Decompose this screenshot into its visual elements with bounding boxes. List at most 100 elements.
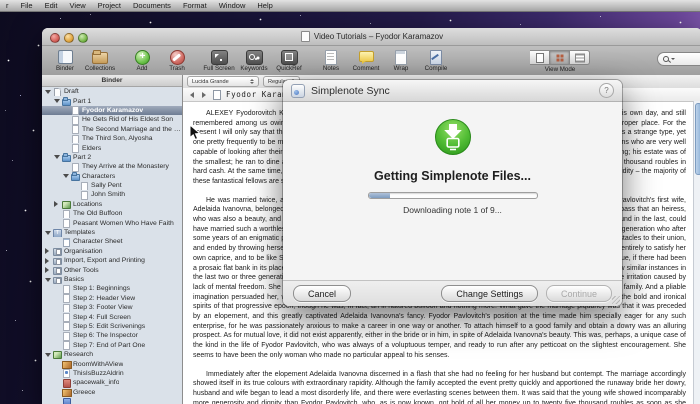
menu-item[interactable]: Help (251, 0, 278, 11)
menu-item[interactable]: File (15, 0, 39, 11)
toolbar-button[interactable]: Keywords (237, 48, 271, 72)
toolbar-button-label: Collections (84, 65, 116, 72)
binder-item[interactable]: Part 1 (42, 96, 182, 106)
binder-item[interactable]: Basics (42, 275, 182, 284)
view-mode-segment[interactable] (550, 50, 570, 65)
disclosure-triangle-icon[interactable] (54, 155, 62, 159)
toolbar-button-label: Wrap (393, 65, 409, 72)
disclosure-triangle-icon[interactable] (45, 258, 53, 264)
binder-item[interactable]: Characters (42, 172, 182, 181)
doc-icon (62, 303, 70, 313)
minimize-button[interactable] (64, 32, 74, 43)
menu-item[interactable]: Format (177, 0, 213, 11)
binder-item[interactable]: Sally Pent (42, 181, 182, 191)
doc-icon (62, 209, 70, 219)
binder-item[interactable]: He Gets Rid of His Eldest Son (42, 115, 182, 125)
disclosure-triangle-icon[interactable] (54, 201, 62, 207)
toolbar-button[interactable]: Binder (48, 48, 82, 72)
binder-item[interactable]: ThisIsBuzzAldrin (42, 369, 182, 379)
forward-button[interactable] (199, 90, 208, 99)
toolbar-button[interactable]: Notes (314, 48, 348, 72)
binder-item[interactable]: Elders (42, 143, 182, 153)
binder-item[interactable]: Step 4: Full Screen (42, 312, 182, 322)
binder-item[interactable]: Research (42, 350, 182, 360)
back-button[interactable] (187, 90, 196, 99)
disclosure-triangle-icon[interactable] (63, 174, 71, 178)
binder-item[interactable]: Character Sheet (42, 237, 182, 247)
toolbar-button[interactable]: Wrap (384, 48, 418, 72)
binder-item-label: Import, Export and Printing (64, 257, 145, 265)
binder-item-label: They Arrive at the Monastery (82, 163, 169, 171)
cancel-button[interactable]: Cancel (293, 285, 352, 302)
binder-item[interactable]: Peasant Women Who Have Faith (42, 218, 182, 228)
toolbar-button[interactable]: Compile (419, 48, 453, 72)
binder-item[interactable]: John Smith (42, 190, 182, 200)
binder-item[interactable]: Greece (42, 388, 182, 397)
binder-item[interactable]: Draft (42, 87, 182, 97)
scrollbar-thumb[interactable] (695, 103, 700, 175)
disclosure-triangle-icon[interactable] (54, 99, 62, 103)
binder-item[interactable]: Step 6: The Inspector (42, 331, 182, 341)
binder-item[interactable]: The Old Buffoon (42, 209, 182, 219)
binder-item[interactable]: Step 1: Beginnings (42, 284, 182, 294)
binder-item[interactable]: Step 7: End of Part One (42, 341, 182, 350)
folder-docs-icon (53, 247, 62, 256)
menu-item[interactable]: Window (213, 0, 252, 11)
disclosure-triangle-icon[interactable] (45, 278, 53, 282)
view-mode-segment[interactable] (530, 50, 550, 65)
folder-icon (62, 153, 71, 162)
binder-item-label: Other Tools (64, 266, 99, 274)
binder-item[interactable]: Fyodor Karamazov (42, 105, 182, 116)
progress-status: Downloading note 1 of 9... (403, 205, 502, 215)
search-input[interactable] (657, 52, 700, 66)
binder-item[interactable]: They Arrive at the Monastery (42, 162, 182, 172)
menu-item[interactable]: Edit (39, 0, 64, 11)
folder-icon (71, 172, 80, 181)
binder-item[interactable]: Organisation (42, 247, 182, 256)
disclosure-triangle-icon[interactable] (45, 90, 53, 94)
toolbar-button[interactable]: Trash (160, 48, 194, 72)
menu-item[interactable]: r (0, 0, 15, 11)
binder-item[interactable]: The Third Son, Alyosha (42, 134, 182, 144)
disclosure-triangle-icon[interactable] (45, 248, 53, 254)
folder-docs-icon (53, 276, 62, 284)
doc-icon (62, 294, 70, 303)
binder-item[interactable]: The Second Marriage and the S… (42, 125, 182, 134)
toolbar-button[interactable]: Comment (349, 48, 383, 72)
continue-button[interactable]: Continue (545, 285, 612, 302)
toolbar-button[interactable]: Collections (83, 48, 117, 72)
menu-item[interactable]: View (64, 0, 92, 11)
view-mode-segment[interactable] (570, 50, 590, 65)
toolbar-button[interactable]: Add (125, 48, 159, 72)
menu-item[interactable]: Documents (127, 0, 177, 11)
dialog-titlebar[interactable]: Simplenote Sync ? (283, 80, 622, 102)
binder-item[interactable] (42, 397, 182, 404)
binder-item[interactable]: Step 2: Header View (42, 294, 182, 303)
menu-item[interactable]: Project (92, 0, 127, 11)
search-icon (663, 56, 669, 62)
binder-item[interactable]: Step 5: Edit Scrivenings (42, 322, 182, 332)
disclosure-triangle-icon[interactable] (45, 231, 53, 235)
binder-item[interactable]: Other Tools (42, 265, 182, 275)
disclosure-triangle-icon[interactable] (45, 267, 53, 273)
disclosure-triangle-icon[interactable] (45, 353, 53, 357)
binder-item-label: Draft (64, 88, 79, 96)
close-button[interactable] (50, 32, 60, 43)
binder-item[interactable]: Import, Export and Printing (42, 256, 182, 266)
zoom-button[interactable] (78, 32, 88, 43)
binder-item-label: The Second Marriage and the S… (82, 125, 182, 133)
binder-item[interactable]: spacewalk_info (42, 378, 182, 388)
window-titlebar[interactable]: Video Tutorials – Fyodor Karamazov (42, 28, 700, 46)
binder-item[interactable]: Part 2 (42, 153, 182, 162)
binder-item[interactable]: RoomWithAView (42, 359, 182, 369)
toolbar-button[interactable]: Full Screen (202, 48, 236, 72)
toolbar-button[interactable]: QuickRef (272, 48, 306, 72)
editor-scrollbar[interactable] (693, 101, 700, 404)
font-dropdown[interactable]: Lucida Grande (187, 76, 259, 87)
binder-item[interactable]: Templates (42, 228, 182, 238)
help-button[interactable]: ? (599, 83, 614, 98)
toolbar-button-label: Add (136, 65, 148, 72)
binder-item[interactable]: Locations (42, 200, 182, 209)
binder-item[interactable]: Step 3: Footer View (42, 303, 182, 313)
change-settings-button[interactable]: Change Settings (441, 285, 538, 302)
